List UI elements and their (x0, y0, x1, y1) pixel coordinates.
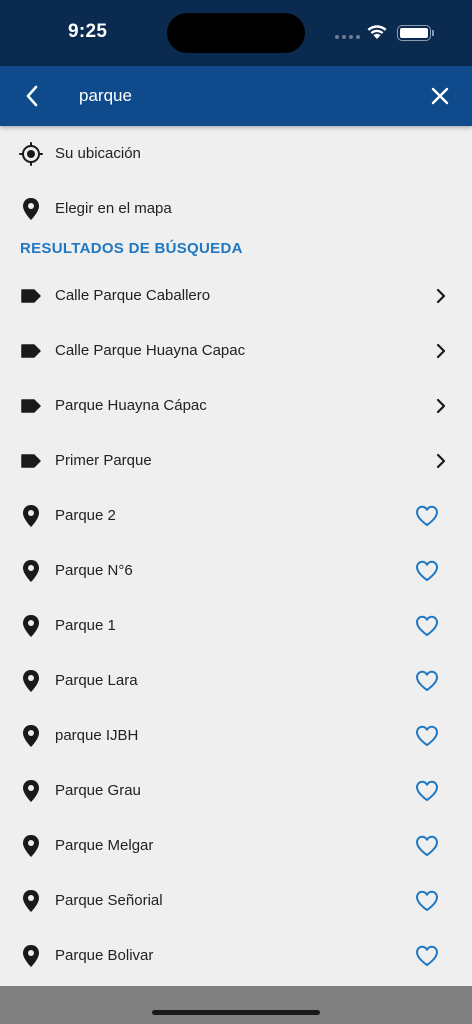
pin-icon (19, 834, 43, 858)
tag-icon (19, 394, 43, 418)
chevron-right-icon (436, 398, 446, 414)
pin-icon (19, 614, 43, 638)
favorite-heart-icon[interactable] (414, 888, 440, 914)
target-icon (19, 141, 43, 166)
tag-icon (19, 284, 43, 308)
favorite-heart-icon[interactable] (414, 833, 440, 859)
wifi-icon (367, 25, 387, 39)
place-result-item[interactable]: Parque Melgar (0, 818, 472, 873)
street-result-label: Primer Parque (55, 452, 152, 469)
pin-icon (19, 197, 43, 221)
place-result-item[interactable]: parque IJBH (0, 708, 472, 763)
search-input[interactable] (79, 82, 399, 110)
place-result-label: Parque N°6 (55, 562, 133, 579)
place-result-item[interactable]: Parque Grau (0, 763, 472, 818)
place-result-label: Parque Melgar (55, 837, 154, 854)
street-result-item[interactable]: Primer Parque (0, 433, 472, 488)
place-result-item[interactable]: Parque Bolivar (0, 928, 472, 983)
street-result-label: Calle Parque Huayna Capac (55, 342, 246, 359)
battery-icon (397, 25, 434, 41)
back-button[interactable] (18, 82, 46, 110)
bottom-bar (0, 986, 472, 1024)
street-result-item[interactable]: Calle Parque Huayna Capac (0, 323, 472, 378)
status-bar: 9:25 (0, 0, 472, 66)
chevron-right-icon (436, 453, 446, 469)
place-result-label: Parque Lara (55, 672, 138, 689)
results-section-title: RESULTADOS DE BÚSQUEDA (20, 240, 243, 257)
favorite-heart-icon[interactable] (414, 778, 440, 804)
place-result-label: Parque 1 (55, 617, 116, 634)
close-icon (431, 87, 449, 105)
street-result-label: Parque Huayna Cápac (55, 397, 207, 414)
search-header (0, 66, 472, 126)
favorite-heart-icon[interactable] (414, 943, 440, 969)
street-results-list: Calle Parque Caballero Calle Parque Huayn… (0, 268, 472, 488)
status-time: 9:25 (68, 21, 108, 42)
place-result-label: Parque 2 (55, 507, 116, 524)
place-result-item[interactable]: Parque 1 (0, 598, 472, 653)
pin-icon (19, 559, 43, 583)
chevron-left-icon (26, 85, 38, 107)
pin-icon (19, 669, 43, 693)
cellular-signal-icon (335, 35, 360, 39)
place-result-label: Parque Grau (55, 782, 141, 799)
chevron-right-icon (436, 288, 446, 304)
pin-icon (19, 724, 43, 748)
place-result-label: parque IJBH (55, 727, 139, 744)
place-result-item[interactable]: Parque Lara (0, 653, 472, 708)
clear-search-button[interactable] (426, 82, 454, 110)
favorite-heart-icon[interactable] (414, 503, 440, 529)
current-location-label: Su ubicación (55, 145, 141, 162)
favorite-heart-icon[interactable] (414, 723, 440, 749)
choose-on-map-label: Elegir en el mapa (55, 200, 172, 217)
place-result-item[interactable]: Parque N°6 (0, 543, 472, 598)
place-result-label: Parque Señorial (55, 892, 163, 909)
pin-icon (19, 779, 43, 803)
current-location-option[interactable]: Su ubicación (0, 126, 472, 181)
street-result-item[interactable]: Calle Parque Caballero (0, 268, 472, 323)
favorite-heart-icon[interactable] (414, 558, 440, 584)
place-results-list: Parque 2 Parque N°6 Parque 1 Parque Lara par… (0, 488, 472, 983)
street-result-label: Calle Parque Caballero (55, 287, 211, 304)
tag-icon (19, 449, 43, 473)
favorite-heart-icon[interactable] (414, 613, 440, 639)
pin-icon (19, 889, 43, 913)
place-result-item[interactable]: Parque Señorial (0, 873, 472, 928)
street-result-item[interactable]: Parque Huayna Cápac (0, 378, 472, 433)
home-indicator[interactable] (152, 1010, 320, 1015)
search-content: Su ubicación Elegir en el mapa RESULTADO… (0, 126, 472, 983)
favorite-heart-icon[interactable] (414, 668, 440, 694)
choose-on-map-option[interactable]: Elegir en el mapa (0, 181, 472, 236)
pin-icon (19, 504, 43, 528)
dynamic-island (167, 13, 305, 53)
place-result-item[interactable]: Parque 2 (0, 488, 472, 543)
place-result-label: Parque Bolivar (55, 947, 154, 964)
tag-icon (19, 339, 43, 363)
chevron-right-icon (436, 343, 446, 359)
pin-icon (19, 944, 43, 968)
